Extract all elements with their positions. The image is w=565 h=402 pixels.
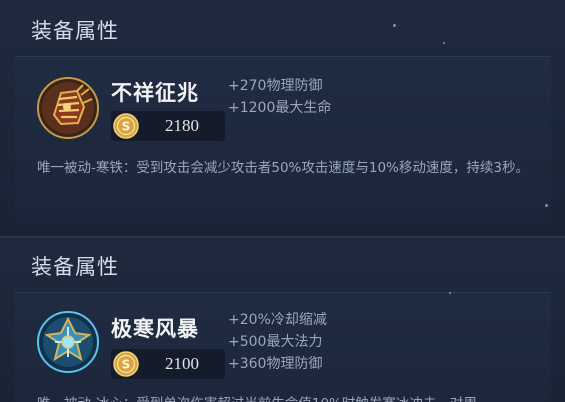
background-sparkle — [545, 204, 548, 207]
frost-storm-icon[interactable] — [37, 311, 99, 373]
stat-line: +20%冷却缩减 — [228, 312, 327, 328]
equipment-panel-2: 装备属性 极寒风暴 S 2100 +20%冷却缩减 +500最大法力 +360物… — [0, 236, 565, 402]
svg-text:S: S — [122, 358, 131, 372]
price-box: S 2100 — [111, 349, 225, 379]
stat-line: +360物理防御 — [228, 356, 323, 372]
item-name: 不祥征兆 — [111, 81, 199, 105]
stat-line: +500最大法力 — [228, 334, 323, 350]
gold-coin-icon: S — [113, 113, 139, 139]
background-sparkle — [449, 292, 451, 294]
section-title: 装备属性 — [31, 19, 119, 43]
stat-list: +270物理防御 +1200最大生命 — [228, 75, 331, 119]
item-description: 唯一被动-冰心：受到单次伤害超过当前生命值10%时触发寒冰冲击，对周 — [37, 393, 537, 402]
item-description: 唯一被动-寒铁：受到攻击会减少攻击者50%攻击速度与10%移动速度，持续3秒。 — [37, 160, 529, 176]
item-price: 2180 — [165, 116, 199, 135]
equipment-panel-1: 装备属性 不祥征兆 S 2180 +270物理防御 +1200最大生命 唯一被动… — [0, 0, 565, 236]
background-sparkle — [443, 42, 445, 44]
svg-text:S: S — [122, 120, 131, 134]
stat-line: +1200最大生命 — [228, 100, 332, 116]
stat-line: +270物理防御 — [228, 78, 323, 94]
stat-list: +20%冷却缩减 +500最大法力 +360物理防御 — [228, 309, 327, 375]
gold-coin-icon: S — [113, 351, 139, 377]
background-sparkle — [393, 24, 396, 27]
item-card-frost: 极寒风暴 S 2100 +20%冷却缩减 +500最大法力 +360物理防御 唯… — [15, 292, 551, 402]
item-name: 极寒风暴 — [111, 317, 199, 341]
price-box: S 2180 — [111, 111, 225, 141]
item-price: 2100 — [165, 354, 199, 373]
section-title: 装备属性 — [31, 255, 119, 279]
item-card-ominous: 不祥征兆 S 2180 +270物理防御 +1200最大生命 唯一被动-寒铁：受… — [15, 56, 551, 223]
ominous-gauntlet-icon[interactable] — [37, 77, 99, 139]
